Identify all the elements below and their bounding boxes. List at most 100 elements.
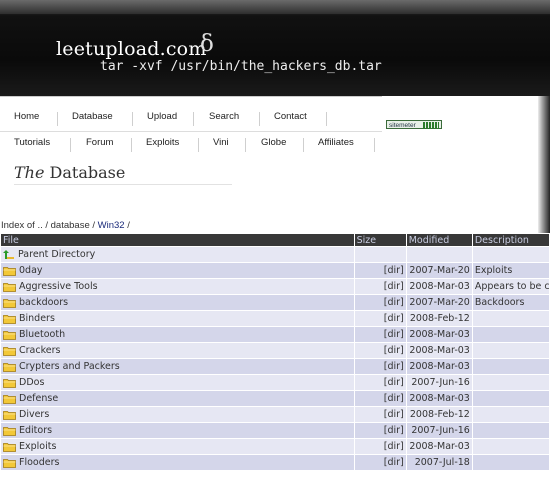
table-row[interactable]: backdoors [dir] 2007-Mar-20 Backdoors (1, 295, 549, 310)
table-row[interactable]: Aggressive Tools [dir] 2008-Mar-03 Appears … (1, 279, 549, 294)
page-edge-shadow (538, 96, 550, 234)
column-header-description[interactable]: Description (472, 234, 549, 246)
header-top-bar (0, 0, 550, 14)
table-cell-description (472, 391, 549, 406)
file-name-link[interactable]: Editors (19, 425, 52, 436)
table-cell-description (472, 455, 549, 470)
nav-item-affiliates[interactable]: Affiliates (318, 137, 354, 148)
folder-icon (3, 362, 16, 372)
table-cell-file[interactable]: 0day (1, 263, 354, 278)
table-cell-size (354, 247, 406, 262)
file-name-link[interactable]: Crypters and Packers (19, 361, 120, 372)
file-name-link[interactable]: Exploits (19, 441, 56, 452)
table-cell-size: [dir] (354, 343, 406, 358)
nav-item-search[interactable]: Search (209, 111, 239, 122)
column-header-modified[interactable]: Modified (406, 234, 472, 246)
table-row[interactable]: 0day [dir] 2007-Mar-20 Exploits (1, 263, 549, 278)
table-cell-description (472, 439, 549, 454)
parent-directory-link[interactable]: Parent Directory (18, 249, 95, 260)
table-cell-modified: 2008-Mar-03 (406, 343, 472, 358)
nav-item-database[interactable]: Database (72, 111, 113, 122)
file-name-link[interactable]: Divers (19, 409, 49, 420)
nav-divider (131, 138, 132, 152)
table-row[interactable]: DDos [dir] 2007-Jun-16 (1, 375, 549, 390)
nav-item-globe[interactable]: Globe (261, 137, 286, 148)
nav-divider (132, 112, 133, 126)
table-cell-description (472, 375, 549, 390)
folder-icon (3, 330, 16, 340)
folder-icon (3, 426, 16, 436)
table-cell-file[interactable]: DDos (1, 375, 354, 390)
table-row[interactable]: Binders [dir] 2008-Feb-12 (1, 311, 549, 326)
nav-item-tutorials[interactable]: Tutorials (14, 137, 50, 148)
nav-divider (326, 112, 327, 126)
table-cell-file[interactable]: Flooders (1, 455, 354, 470)
column-header-file[interactable]: File (1, 234, 354, 246)
table-cell-size: [dir] (354, 439, 406, 454)
sitemeter-badge[interactable]: sitemeter (386, 120, 442, 129)
table-cell-modified: 2007-Mar-20 (406, 263, 472, 278)
delta-logo-glyph: δ (200, 31, 214, 57)
nav-divider (245, 138, 246, 152)
table-cell-file[interactable]: Binders (1, 311, 354, 326)
file-name-link[interactable]: Defense (19, 393, 58, 404)
file-name-link[interactable]: Binders (19, 313, 55, 324)
table-row[interactable]: Bluetooth [dir] 2008-Mar-03 (1, 327, 549, 342)
table-cell-description (472, 343, 549, 358)
nav-item-contact[interactable]: Contact (274, 111, 307, 122)
sidebar-panel: sitemeter (382, 96, 538, 234)
folder-icon (3, 266, 16, 276)
table-cell-description (472, 423, 549, 438)
breadcrumb-prefix[interactable]: Index of .. / database / (1, 220, 95, 231)
table-cell-modified: 2007-Mar-20 (406, 295, 472, 310)
table-row[interactable]: Editors [dir] 2007-Jun-16 (1, 423, 549, 438)
table-row[interactable]: Flooders [dir] 2007-Jul-18 (1, 455, 549, 470)
table-cell-size: [dir] (354, 375, 406, 390)
file-name-link[interactable]: Aggressive Tools (19, 281, 98, 292)
table-cell-file[interactable]: Crypters and Packers (1, 359, 354, 374)
table-row[interactable]: Crackers [dir] 2008-Mar-03 (1, 343, 549, 358)
table-cell-file[interactable]: Crackers (1, 343, 354, 358)
table-cell-modified: 2007-Jul-18 (406, 455, 472, 470)
table-row[interactable]: Defense [dir] 2008-Mar-03 (1, 391, 549, 406)
nav-divider (70, 138, 71, 152)
table-cell-file[interactable]: Exploits (1, 439, 354, 454)
nav-divider (259, 112, 260, 126)
sitemeter-bars-icon (423, 122, 439, 129)
parent-directory-row[interactable]: Parent Directory (1, 247, 549, 262)
table-cell-file[interactable]: Divers (1, 407, 354, 422)
table-cell-modified: 2008-Mar-03 (406, 359, 472, 374)
table-cell-file[interactable]: Editors (1, 423, 354, 438)
table-row[interactable]: Divers [dir] 2008-Feb-12 (1, 407, 549, 422)
breadcrumb-current-link[interactable]: Win32 (98, 220, 125, 231)
nav-item-home[interactable]: Home (14, 111, 39, 122)
sitemeter-label: sitemeter (389, 122, 416, 129)
table-cell-description: Appears to be c (472, 279, 549, 294)
table-row[interactable]: Crypters and Packers [dir] 2008-Mar-03 (1, 359, 549, 374)
nav-item-forum[interactable]: Forum (86, 137, 113, 148)
site-title[interactable]: leetupload.com (56, 38, 207, 60)
nav-item-upload[interactable]: Upload (147, 111, 177, 122)
file-name-link[interactable]: Flooders (19, 457, 59, 468)
file-name-link[interactable]: DDos (19, 377, 44, 388)
table-cell-size: [dir] (354, 407, 406, 422)
file-name-link[interactable]: 0day (19, 265, 43, 276)
table-cell-description (472, 327, 549, 342)
column-header-size[interactable]: Size (354, 234, 406, 246)
site-tagline: tar -xvf /usr/bin/the_hackers_db.tar (100, 59, 382, 74)
table-cell-file[interactable]: Defense (1, 391, 354, 406)
nav-item-exploits[interactable]: Exploits (146, 137, 179, 148)
table-cell-size: [dir] (354, 359, 406, 374)
table-cell-file[interactable]: Aggressive Tools (1, 279, 354, 294)
parent-directory-cell[interactable]: Parent Directory (1, 247, 354, 262)
table-row[interactable]: Exploits [dir] 2008-Mar-03 (1, 439, 549, 454)
table-cell-file[interactable]: backdoors (1, 295, 354, 310)
table-cell-modified: 2008-Feb-12 (406, 311, 472, 326)
nav-row-secondary: Tutorials Forum Exploits Vini Globe Affi… (0, 133, 382, 157)
file-name-link[interactable]: Bluetooth (19, 329, 65, 340)
table-cell-file[interactable]: Bluetooth (1, 327, 354, 342)
nav-item-vini[interactable]: Vini (213, 137, 229, 148)
file-name-link[interactable]: Crackers (19, 345, 60, 356)
file-name-link[interactable]: backdoors (19, 297, 68, 308)
table-body: Parent Directory 0day [dir] 2007-Mar-20 Exp… (1, 247, 549, 470)
